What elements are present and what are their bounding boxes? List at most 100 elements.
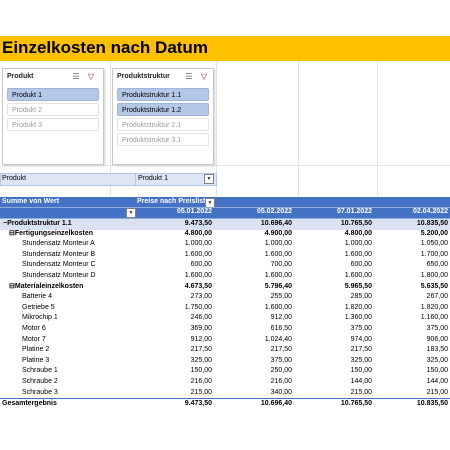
- row-field-dropdown-icon[interactable]: ▼: [126, 208, 136, 218]
- value-cell[interactable]: 4.900,00: [222, 229, 292, 240]
- value-cell[interactable]: 215,00: [302, 388, 372, 399]
- slicer-item-produkt-1[interactable]: Produkt 1: [7, 88, 99, 101]
- table-row[interactable]: Platine 3 325,00 375,00 325,00 325,00: [0, 356, 450, 367]
- value-cell[interactable]: 150,00: [142, 366, 212, 377]
- slicer-item-produktstruktur-3-1[interactable]: Produktstruktur 3.1: [117, 133, 209, 146]
- value-cell[interactable]: 1.000,00: [142, 239, 212, 250]
- value-cell[interactable]: 144,00: [302, 377, 372, 388]
- value-cell[interactable]: 1.820,00: [378, 303, 448, 314]
- value-cell[interactable]: 5.796,40: [222, 282, 292, 293]
- value-cell[interactable]: 4.673,50: [142, 282, 212, 293]
- value-cell[interactable]: 246,00: [142, 313, 212, 324]
- value-cell[interactable]: 267,00: [378, 292, 448, 303]
- multi-select-icon[interactable]: ☰: [71, 72, 81, 82]
- value-cell[interactable]: 1.050,00: [378, 239, 448, 250]
- slicer-item-produkt-3[interactable]: Produkt 3: [7, 118, 99, 131]
- value-cell[interactable]: 325,00: [378, 356, 448, 367]
- value-cell[interactable]: 700,00: [222, 260, 292, 271]
- value-cell[interactable]: 1.600,00: [142, 271, 212, 282]
- value-cell[interactable]: 1.700,00: [378, 250, 448, 261]
- filter-dropdown-icon[interactable]: ▼: [204, 174, 214, 184]
- value-cell[interactable]: 1.600,00: [222, 250, 292, 261]
- value-cell[interactable]: 215,00: [142, 388, 212, 399]
- table-row[interactable]: Schraube 3 215,00 340,00 215,00 215,00: [0, 388, 450, 399]
- value-cell[interactable]: 217,50: [222, 345, 292, 356]
- value-cell[interactable]: 255,00: [222, 292, 292, 303]
- value-cell[interactable]: 4.800,00: [142, 229, 212, 240]
- value-cell[interactable]: 906,00: [378, 335, 448, 346]
- slicer-item-produktstruktur-2-1[interactable]: Produktstruktur 2.1: [117, 118, 209, 131]
- value-cell[interactable]: 340,00: [222, 388, 292, 399]
- table-row[interactable]: Getriebe 5 1.750,00 1.600,00 1.820,00 1.820,…: [0, 303, 450, 314]
- value-cell[interactable]: 1.024,40: [222, 335, 292, 346]
- value-cell[interactable]: 1.800,00: [378, 271, 448, 282]
- value-cell[interactable]: 1.360,00: [302, 313, 372, 324]
- value-cell[interactable]: 144,00: [378, 377, 448, 388]
- value-cell[interactable]: 375,00: [378, 324, 448, 335]
- value-cell[interactable]: 1.000,00: [222, 239, 292, 250]
- value-cell[interactable]: 273,00: [142, 292, 212, 303]
- value-cell[interactable]: 10.835,50: [378, 399, 448, 410]
- value-cell[interactable]: 5.200,00: [378, 229, 448, 240]
- table-row[interactable]: Platine 2 217,50 217,50 217,50 183,50: [0, 345, 450, 356]
- value-cell[interactable]: 369,00: [142, 324, 212, 335]
- table-row[interactable]: ⊟Materialeinzelkosten 4.673,50 5.796,40 5.9…: [0, 282, 450, 293]
- value-cell[interactable]: 1.000,00: [302, 239, 372, 250]
- table-row[interactable]: Stundensatz Monteur D 1.600,00 1.600,00 1.6…: [0, 271, 450, 282]
- slicer-produktstruktur[interactable]: Produktstruktur ☰ ▽ Produktstruktur 1.1 …: [112, 68, 214, 165]
- value-cell[interactable]: 10.696,40: [222, 399, 292, 410]
- value-cell[interactable]: 183,50: [378, 345, 448, 356]
- slicer-item-produktstruktur-1-1[interactable]: Produktstruktur 1.1: [117, 88, 209, 101]
- clear-filter-icon[interactable]: ▽: [199, 72, 209, 82]
- value-cell[interactable]: 217,50: [142, 345, 212, 356]
- multi-select-icon[interactable]: ☰: [184, 72, 194, 82]
- value-cell[interactable]: 1.160,00: [378, 313, 448, 324]
- table-row[interactable]: Mikrochip 1 246,00 912,00 1.360,00 1.160,00: [0, 313, 450, 324]
- value-cell[interactable]: 1.600,00: [302, 250, 372, 261]
- value-cell[interactable]: 285,00: [302, 292, 372, 303]
- value-cell[interactable]: 1.600,00: [222, 303, 292, 314]
- slicer-produkt[interactable]: Produkt ☰ ▽ Produkt 1 Produkt 2 Produkt …: [2, 68, 104, 165]
- value-cell[interactable]: 216,00: [142, 377, 212, 388]
- slicer-item-produkt-2[interactable]: Produkt 2: [7, 103, 99, 116]
- table-row[interactable]: Batterie 4 273,00 255,00 285,00 267,00: [0, 292, 450, 303]
- value-cell[interactable]: 5.635,50: [378, 282, 448, 293]
- value-cell[interactable]: 150,00: [302, 366, 372, 377]
- value-cell[interactable]: 375,00: [302, 324, 372, 335]
- grand-total-row[interactable]: Gesamtergebnis 9.473,50 10.696,40 10.765,50…: [0, 398, 450, 410]
- table-row[interactable]: Schraube 1 150,00 250,00 150,00 150,00: [0, 366, 450, 377]
- table-row[interactable]: Motor 7 912,00 1.024,40 974,00 906,00: [0, 335, 450, 346]
- value-cell[interactable]: 5.965,50: [302, 282, 372, 293]
- slicer-item-produktstruktur-1-2[interactable]: Produktstruktur 1.2: [117, 103, 209, 116]
- table-row[interactable]: ⊟Fertigungseinzelkosten 4.800,00 4.900,00 4…: [0, 229, 450, 240]
- table-row[interactable]: Stundensatz Monteur C 600,00 700,00 600,00 6…: [0, 260, 450, 271]
- value-cell[interactable]: 1.600,00: [302, 271, 372, 282]
- value-cell[interactable]: 217,50: [302, 345, 372, 356]
- value-cell[interactable]: 1.600,00: [142, 250, 212, 261]
- value-cell[interactable]: 375,00: [222, 356, 292, 367]
- value-cell[interactable]: 215,00: [378, 388, 448, 399]
- value-cell[interactable]: 150,00: [378, 366, 448, 377]
- table-row[interactable]: Schraube 2 216,00 216,00 144,00 144,00: [0, 377, 450, 388]
- table-row[interactable]: Stundensatz Monteur B 1.600,00 1.600,00 1.6…: [0, 250, 450, 261]
- value-cell[interactable]: 9.473,50: [142, 399, 212, 410]
- value-cell[interactable]: 216,00: [222, 377, 292, 388]
- value-cell[interactable]: 912,00: [142, 335, 212, 346]
- value-cell[interactable]: 974,00: [302, 335, 372, 346]
- clear-filter-icon[interactable]: ▽: [86, 72, 96, 82]
- value-cell[interactable]: 650,00: [378, 260, 448, 271]
- value-cell[interactable]: 1.600,00: [222, 271, 292, 282]
- value-cell[interactable]: 616,50: [222, 324, 292, 335]
- value-cell[interactable]: 250,00: [222, 366, 292, 377]
- value-cell[interactable]: 325,00: [142, 356, 212, 367]
- value-cell[interactable]: 10.765,50: [302, 399, 372, 410]
- value-cell[interactable]: 600,00: [142, 260, 212, 271]
- value-cell[interactable]: 912,00: [222, 313, 292, 324]
- value-cell[interactable]: 325,00: [302, 356, 372, 367]
- table-row[interactable]: Stundensatz Monteur A 1.000,00 1.000,00 1.0…: [0, 239, 450, 250]
- table-row[interactable]: Motor 6 369,00 616,50 375,00 375,00: [0, 324, 450, 335]
- value-cell[interactable]: 1.820,00: [302, 303, 372, 314]
- value-cell[interactable]: 4.800,00: [302, 229, 372, 240]
- value-cell[interactable]: 1.750,00: [142, 303, 212, 314]
- value-cell[interactable]: 600,00: [302, 260, 372, 271]
